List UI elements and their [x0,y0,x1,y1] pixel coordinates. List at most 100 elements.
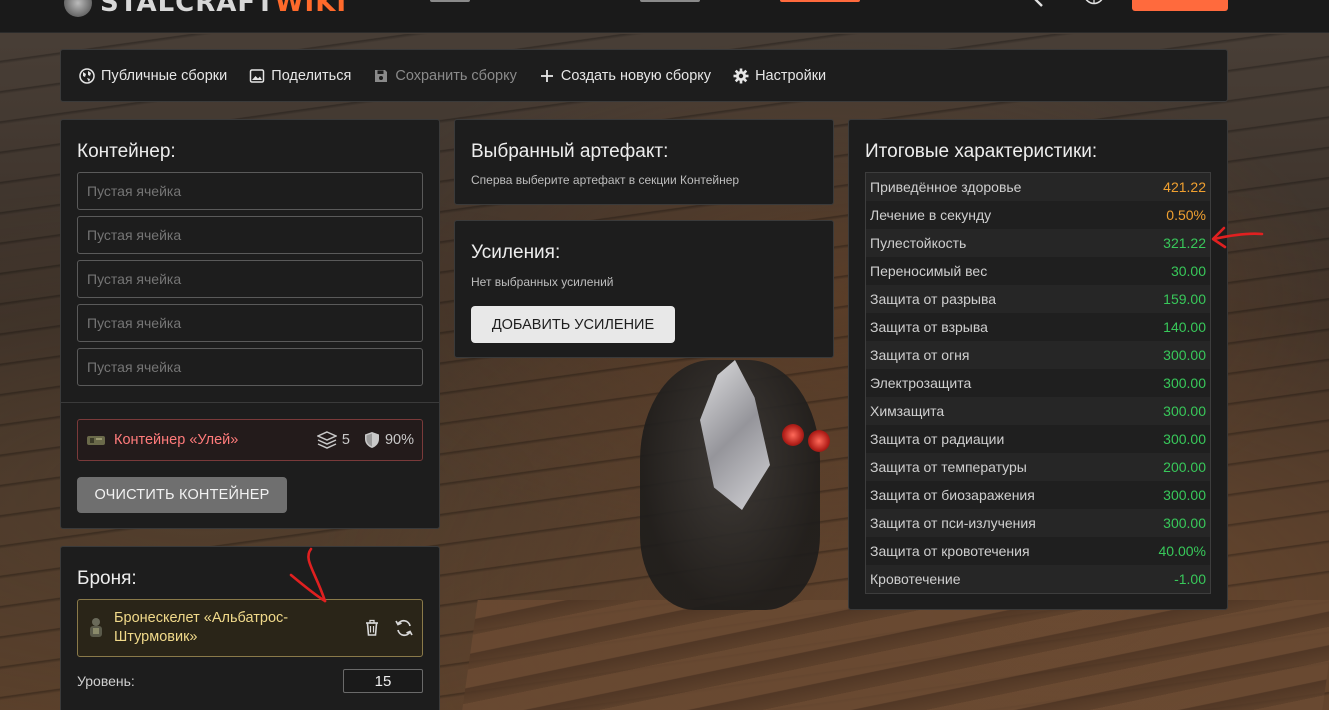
stat-name: Защита от огня [870,347,970,363]
swap-icon[interactable] [394,618,414,638]
stat-value: 300.00 [1163,347,1206,363]
stat-name: Пулестойкость [870,235,967,251]
share-label: Поделиться [271,67,352,84]
armor-level-row: Уровень: [77,669,423,693]
shield-icon [364,432,379,448]
stat-row: Электрозащита 300.00 [866,369,1210,397]
stat-row: Приведённое здоровье 421.22 [866,173,1210,201]
armor-panel: Броня: Бронескелет «Альбатрос- Штурмовик… [60,546,440,710]
create-build-button[interactable]: Создать новую сборку [539,68,711,84]
boosts-hint: Нет выбранных усилений [471,275,614,289]
boosts-panel: Усиления: Нет выбранных усилений ДОБАВИТ… [454,220,834,358]
nav-link[interactable] [640,0,700,2]
site-logo-wordmark: STALCRAFTWIKI [100,0,348,18]
plus-icon [540,69,553,82]
save-build-label: Сохранить сборку [395,67,517,84]
stat-value: 0.50% [1166,207,1206,223]
stat-value: 300.00 [1163,375,1206,391]
background-robot-eye [782,424,804,446]
settings-button[interactable]: Настройки [733,68,826,84]
stat-row: Защита от температуры 200.00 [866,453,1210,481]
boosts-title: Усиления: [471,242,561,263]
armor-name-line-2: Штурмовик» [114,629,198,645]
stat-name: Электрозащита [870,375,972,391]
image-icon [250,68,265,83]
container-divider [61,402,439,403]
settings-label: Настройки [755,67,827,84]
save-icon [375,69,388,82]
add-boost-button[interactable]: ДОБАВИТЬ УСИЛЕНИЕ [471,306,675,343]
stat-value: 140.00 [1163,319,1206,335]
stat-value: 40.00% [1158,543,1206,559]
selected-container-name: Контейнер «Улей» [114,432,239,448]
armor-title: Броня: [77,568,137,589]
total-stats-title: Итоговые характеристики: [865,141,1098,162]
stat-value: 321.22 [1163,235,1206,251]
container-slot-5[interactable] [77,348,423,386]
globe-icon[interactable] [1083,0,1105,8]
selected-armor-name: Бронескелет «Альбатрос- Штурмовик» [114,609,356,647]
container-capacity: 5 [316,431,350,449]
stat-row: Химзащита 300.00 [866,397,1210,425]
armor-name-line-1: Бронескелет «Альбатрос- [114,610,289,626]
nav-link[interactable] [430,0,470,2]
site-logo[interactable]: STALCRAFTWIKI [64,0,347,18]
gear-icon [733,68,749,83]
selected-artifact-panel: Выбранный артефакт: Сперва выберите арте… [454,119,834,205]
container-title: Контейнер: [77,141,176,162]
stat-name: Приведённое здоровье [870,179,1022,195]
stat-value: 300.00 [1163,515,1206,531]
stat-value: 300.00 [1163,487,1206,503]
stat-value: 300.00 [1163,431,1206,447]
stat-row: Защита от разрыва 159.00 [866,285,1210,313]
stat-name: Кровотечение [870,571,961,587]
armor-level-input[interactable] [343,669,423,693]
share-button[interactable]: Поделиться [249,68,351,84]
public-builds-button[interactable]: Публичные сборки [79,68,227,84]
stat-value: -1.00 [1174,571,1206,587]
create-build-label: Создать новую сборку [560,67,712,84]
selected-armor-card[interactable]: Бронескелет «Альбатрос- Штурмовик» [77,599,423,657]
stat-row: Лечение в секунду 0.50% [866,201,1210,229]
stat-value: 200.00 [1163,459,1206,475]
save-build-button[interactable]: Сохранить сборку [373,68,517,84]
container-item-icon [87,436,105,445]
nav-link-active[interactable] [780,0,860,2]
selected-container-card[interactable]: Контейнер «Улей» 5 90% [77,419,423,461]
stat-row: Пулестойкость 321.22 [866,229,1210,257]
stat-name: Защита от температуры [870,459,1027,475]
selected-artifact-hint: Сперва выберите артефакт в секции Контей… [471,173,740,187]
container-slot-1[interactable] [77,172,423,210]
stat-row: Защита от биозаражения 300.00 [866,481,1210,509]
container-panel: Контейнер: Контейнер «Улей» 5 90% [60,119,440,529]
stat-value: 159.00 [1163,291,1206,307]
clear-container-button[interactable]: ОЧИСТИТЬ КОНТЕЙНЕР [77,477,287,513]
selected-artifact-title: Выбранный артефакт: [471,141,669,162]
container-slot-3[interactable] [77,260,423,298]
public-builds-label: Публичные сборки [101,67,228,84]
trash-icon[interactable] [364,619,380,637]
layers-icon [316,431,337,449]
stat-name: Защита от пси-излучения [870,515,1036,531]
stat-name: Лечение в секунду [870,207,992,223]
background-robot-eye [808,430,830,452]
stat-row: Защита от кровотечения 40.00% [866,537,1210,565]
search-icon[interactable] [1026,0,1046,8]
stat-name: Защита от взрыва [870,319,988,335]
stat-name: Защита от биозаражения [870,487,1035,503]
stat-row: Защита от пси-излучения 300.00 [866,509,1210,537]
stalcraft-logo-icon [64,0,92,17]
stat-name: Переносимый вес [870,263,988,279]
stat-row: Кровотечение -1.00 [866,565,1210,593]
container-slot-2[interactable] [77,216,423,254]
stat-row: Переносимый вес 30.00 [866,257,1210,285]
login-button[interactable] [1132,0,1228,11]
total-stats-panel: Итоговые характеристики: Приведённое здо… [848,119,1228,610]
container-protection-value: 90% [384,432,414,448]
container-capacity-value: 5 [341,432,350,448]
container-slot-4[interactable] [77,304,423,342]
build-toolbar: Публичные сборки Поделиться Сохранить сб… [60,49,1228,102]
stat-row: Защита от радиации 300.00 [866,425,1210,453]
top-navbar: STALCRAFTWIKI [0,0,1329,33]
background-table [462,600,1329,710]
